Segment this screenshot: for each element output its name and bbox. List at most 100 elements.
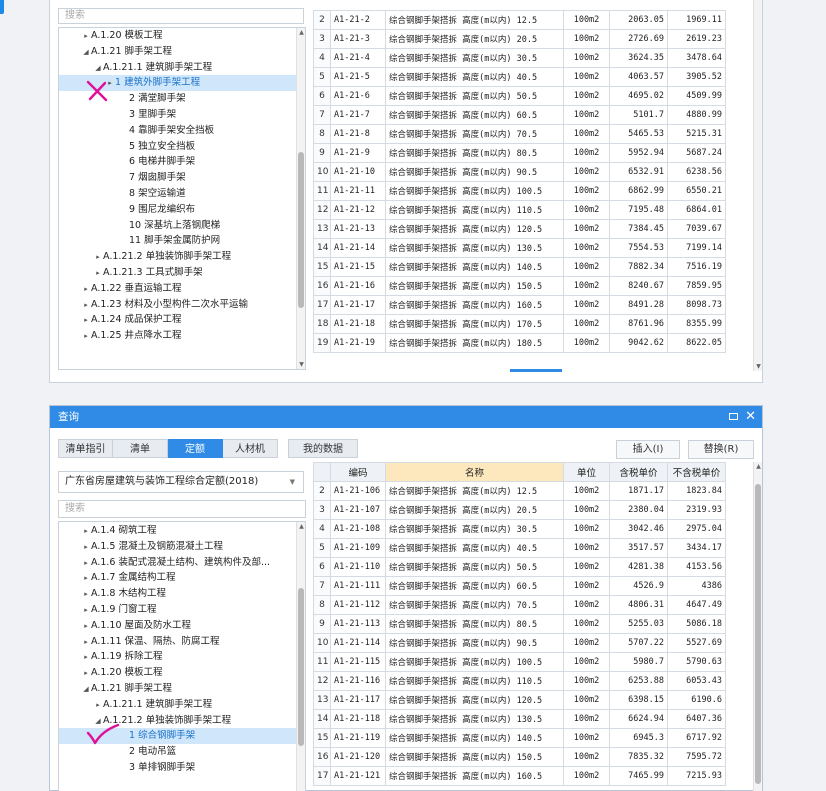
expand-arrow-icon[interactable]: ▸ (81, 540, 91, 556)
expand-arrow-icon[interactable]: ▸ (93, 250, 103, 266)
tree-item[interactable]: ▸ A.1.8 木结构工程 (59, 586, 297, 602)
scroll-thumb[interactable] (298, 588, 304, 746)
table-row[interactable]: 14 A1-21-14 综合钢脚手架搭拆 高度(m以内) 130.5 100m2 755… (313, 238, 726, 258)
norm-dataset-select[interactable]: 广东省房屋建筑与装饰工程综合定额(2018) ▼ (58, 471, 304, 493)
tree-item[interactable]: 5 独立安全挡板 (59, 139, 297, 155)
dialog-search-input[interactable]: 搜索 (58, 500, 306, 518)
collapse-arrow-icon[interactable]: ◢ (81, 45, 91, 61)
top-grid-hscroll-thumb[interactable] (510, 369, 562, 372)
expand-arrow-icon[interactable]: ▸ (93, 266, 103, 282)
table-row[interactable]: 15 A1-21-15 综合钢脚手架搭拆 高度(m以内) 140.5 100m2 788… (313, 257, 726, 277)
tree-item[interactable]: ▸ A.1.25 井点降水工程 (59, 328, 297, 344)
table-row[interactable]: 12 A1-21-12 综合钢脚手架搭拆 高度(m以内) 110.5 100m2 719… (313, 200, 726, 220)
tree-item[interactable]: ◢ A.1.21 脚手架工程 (59, 44, 297, 60)
table-row[interactable]: 14 A1-21-118 综合钢脚手架搭拆 高度(m以内) 130.5 100m2 66… (313, 709, 726, 729)
table-row[interactable]: 8 A1-21-112 综合钢脚手架搭拆 高度(m以内) 70.5 100m2 4806… (313, 595, 726, 615)
table-row[interactable]: 4 A1-21-4 综合钢脚手架搭拆 高度(m以内) 30.5 100m2 3624.3… (313, 48, 726, 68)
expand-arrow-icon[interactable]: ▸ (81, 650, 91, 666)
column-header-index[interactable] (313, 462, 331, 482)
tree-item[interactable]: ▸ A.1.5 混凝土及钢筋混凝土工程 (59, 539, 297, 555)
tree-item[interactable]: ▸ A.1.10 屋面及防水工程 (59, 618, 297, 634)
table-row[interactable]: 5 A1-21-109 综合钢脚手架搭拆 高度(m以内) 40.5 100m2 3517… (313, 538, 726, 558)
expand-arrow-icon[interactable]: ▸ (81, 329, 91, 345)
table-row[interactable]: 10 A1-21-10 综合钢脚手架搭拆 高度(m以内) 90.5 100m2 6532… (313, 162, 726, 182)
tree-item[interactable]: ▸ A.1.21.3 工具式脚手架 (59, 265, 297, 281)
top-tree-scrollbar[interactable]: ▲ ▼ (296, 28, 305, 369)
close-icon[interactable]: ✕ (745, 406, 756, 428)
table-row[interactable]: 7 A1-21-7 综合钢脚手架搭拆 高度(m以内) 60.5 100m2 5101.7… (313, 105, 726, 125)
tree-item[interactable]: 3 单排钢脚手架 (59, 760, 297, 776)
table-row[interactable]: 9 A1-21-9 综合钢脚手架搭拆 高度(m以内) 80.5 100m2 5952.9… (313, 143, 726, 163)
expand-arrow-icon[interactable]: ▸ (93, 698, 103, 714)
table-row[interactable]: 12 A1-21-116 综合钢脚手架搭拆 高度(m以内) 110.5 100m2 62… (313, 671, 726, 691)
table-row[interactable]: 18 A1-21-18 综合钢脚手架搭拆 高度(m以内) 170.5 100m2 876… (313, 314, 726, 334)
expand-arrow-icon[interactable]: ▸ (81, 313, 91, 329)
expand-arrow-icon[interactable]: ▸ (81, 298, 91, 314)
tree-item[interactable]: ▸ A.1.9 门窗工程 (59, 602, 297, 618)
tree-item[interactable]: ▸ A.1.21.1 建筑脚手架工程 (59, 697, 297, 713)
expand-arrow-icon[interactable]: ▸ (81, 666, 91, 682)
tree-item[interactable]: 8 架空运输道 (59, 186, 297, 202)
table-row[interactable]: 2 A1-21-2 综合钢脚手架搭拆 高度(m以内) 12.5 100m2 2063.0… (313, 10, 726, 30)
tree-item[interactable]: ▸ A.1.22 垂直运输工程 (59, 281, 297, 297)
column-header-code[interactable]: 编码 (330, 462, 386, 482)
dialog-tree-scrollbar[interactable]: ▲ (296, 522, 305, 791)
expand-arrow-icon[interactable]: ▸ (81, 571, 91, 587)
expand-arrow-icon[interactable]: ▸ (81, 587, 91, 603)
tree-item[interactable]: 6 电梯井脚手架 (59, 154, 297, 170)
tree-item[interactable]: 4 靠脚手架安全挡板 (59, 123, 297, 139)
tab-norm[interactable]: 定额 (168, 439, 223, 458)
table-row[interactable]: 15 A1-21-119 综合钢脚手架搭拆 高度(m以内) 140.5 100m2 69… (313, 728, 726, 748)
tree-item[interactable]: ◢ A.1.21.1 建筑脚手架工程 (59, 60, 297, 76)
expand-arrow-icon[interactable]: ▸ (81, 635, 91, 651)
insert-button[interactable]: 插入(I) (616, 440, 680, 459)
table-row[interactable]: 8 A1-21-8 综合钢脚手架搭拆 高度(m以内) 70.5 100m2 5465.5… (313, 124, 726, 144)
tree-item[interactable]: ▸ A.1.6 装配式混凝土结构、建筑构件及部... (59, 555, 297, 571)
tree-item[interactable]: 7 烟囱脚手架 (59, 170, 297, 186)
table-row[interactable]: 11 A1-21-115 综合钢脚手架搭拆 高度(m以内) 100.5 100m2 59… (313, 652, 726, 672)
replace-button[interactable]: 替换(R) (688, 440, 754, 459)
tree-item[interactable]: ▸ A.1.23 材料及小型构件二次水平运输 (59, 297, 297, 313)
tree-item[interactable]: ▸ A.1.11 保温、隔热、防腐工程 (59, 634, 297, 650)
tree-item[interactable]: ▸ A.1.20 模板工程 (59, 28, 297, 44)
table-row[interactable]: 5 A1-21-5 综合钢脚手架搭拆 高度(m以内) 40.5 100m2 4063.5… (313, 67, 726, 87)
expand-arrow-icon[interactable]: ▸ (81, 282, 91, 298)
maximize-icon[interactable] (729, 413, 738, 420)
tab-bill-guide[interactable]: 清单指引 (58, 439, 113, 458)
tree-item[interactable]: ▸ A.1.20 模板工程 (59, 665, 297, 681)
table-row[interactable]: 3 A1-21-3 综合钢脚手架搭拆 高度(m以内) 20.5 100m2 2726.6… (313, 29, 726, 49)
expand-arrow-icon[interactable]: ▸ (81, 619, 91, 635)
tree-item[interactable]: 10 深基坑上落钢爬梯 (59, 218, 297, 234)
table-row[interactable]: 4 A1-21-108 综合钢脚手架搭拆 高度(m以内) 30.5 100m2 3042… (313, 519, 726, 539)
expand-arrow-icon[interactable]: ▸ (81, 29, 91, 45)
column-header-name[interactable]: 名称 (385, 462, 564, 482)
collapse-arrow-icon[interactable]: ◢ (93, 61, 103, 77)
table-row[interactable]: 3 A1-21-107 综合钢脚手架搭拆 高度(m以内) 20.5 100m2 2380… (313, 500, 726, 520)
table-row[interactable]: 9 A1-21-113 综合钢脚手架搭拆 高度(m以内) 80.5 100m2 5255… (313, 614, 726, 634)
tree-item[interactable]: 3 里脚手架 (59, 107, 297, 123)
tree-item[interactable]: 9 围尼龙编织布 (59, 202, 297, 218)
column-header-notax[interactable]: 不含税单价 (667, 462, 726, 482)
tree-item[interactable]: ▸ A.1.21.2 单独装饰脚手架工程 (59, 249, 297, 265)
table-row[interactable]: 16 A1-21-16 综合钢脚手架搭拆 高度(m以内) 150.5 100m2 824… (313, 276, 726, 296)
column-header-unit[interactable]: 单位 (563, 462, 610, 482)
top-grid-scrollbar[interactable]: ▼ (753, 0, 762, 371)
table-row[interactable]: 16 A1-21-120 综合钢脚手架搭拆 高度(m以内) 150.5 100m2 78… (313, 747, 726, 767)
table-row[interactable]: 17 A1-21-17 综合钢脚手架搭拆 高度(m以内) 160.5 100m2 849… (313, 295, 726, 315)
table-row[interactable]: 13 A1-21-13 综合钢脚手架搭拆 高度(m以内) 120.5 100m2 738… (313, 219, 726, 239)
tree-item[interactable]: ▸ A.1.19 拆除工程 (59, 649, 297, 665)
table-row[interactable]: 19 A1-21-19 综合钢脚手架搭拆 高度(m以内) 180.5 100m2 904… (313, 333, 726, 353)
table-row[interactable]: 2 A1-21-106 综合钢脚手架搭拆 高度(m以内) 12.5 100m2 1871… (313, 481, 726, 501)
expand-arrow-icon[interactable]: ▸ (81, 556, 91, 572)
collapse-arrow-icon[interactable]: ◢ (81, 682, 91, 698)
tree-item[interactable]: ◢ A.1.21 脚手架工程 (59, 681, 297, 697)
table-row[interactable]: 7 A1-21-111 综合钢脚手架搭拆 高度(m以内) 60.5 100m2 4526… (313, 576, 726, 596)
column-header-tax[interactable]: 含税单价 (609, 462, 668, 482)
expand-arrow-icon[interactable]: ▸ (81, 603, 91, 619)
scroll-thumb[interactable] (298, 152, 304, 308)
tab-my-data[interactable]: 我的数据 (288, 439, 358, 458)
table-row[interactable]: 13 A1-21-117 综合钢脚手架搭拆 高度(m以内) 120.5 100m2 63… (313, 690, 726, 710)
tab-bill[interactable]: 清单 (113, 439, 168, 458)
tree-item[interactable]: ▸ A.1.4 砌筑工程 (59, 523, 297, 539)
tab-labor-material-machine[interactable]: 人材机 (223, 439, 278, 458)
